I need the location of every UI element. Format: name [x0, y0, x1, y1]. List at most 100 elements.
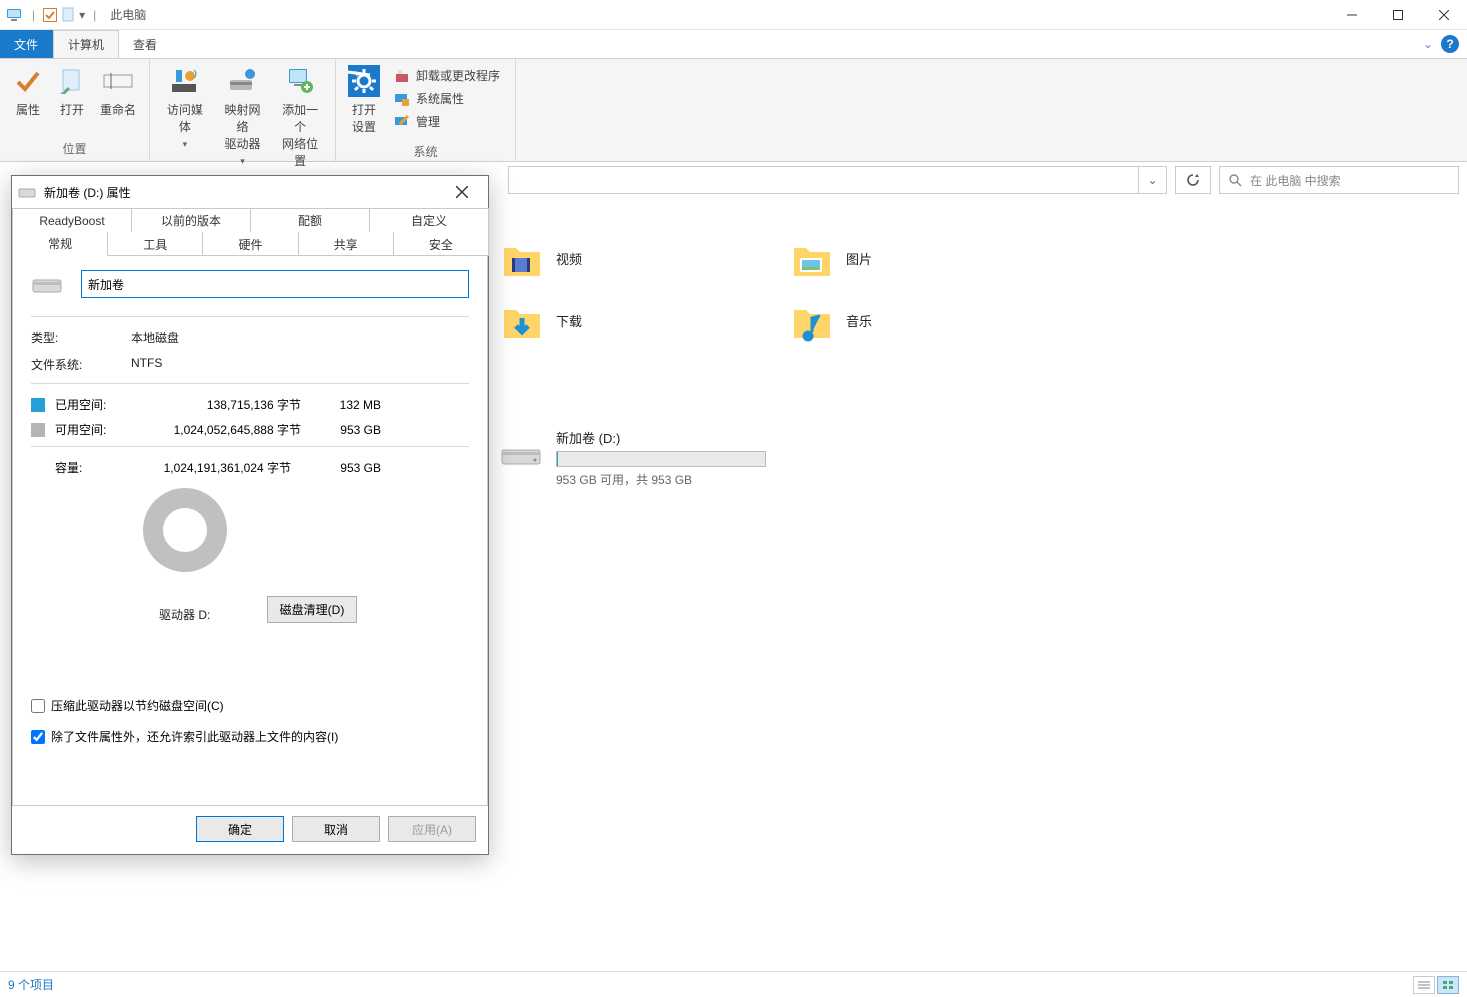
- used-label: 已用空间:: [55, 396, 121, 413]
- ribbon: 属性 打开 重命名 位置 访问媒体 ▾ 映射网络 驱动器 ▾: [0, 58, 1467, 162]
- address-bar[interactable]: ⌄: [508, 166, 1167, 194]
- drive-icon: [500, 436, 544, 470]
- close-button[interactable]: [1421, 0, 1467, 30]
- qat-dropdown-icon[interactable]: ▾: [79, 8, 85, 22]
- drive-free-text: 953 GB 可用，共 953 GB: [556, 471, 766, 488]
- dialog-tabs: ReadyBoost 以前的版本 配额 自定义 常规 工具 硬件 共享 安全: [12, 208, 488, 256]
- drive-usage-bar: [556, 451, 766, 467]
- free-human: 953 GB: [311, 423, 381, 437]
- check-large-icon: [12, 65, 44, 97]
- qat-item-icon[interactable]: [61, 7, 75, 23]
- pie-drive-label: 驱动器 D:: [159, 606, 210, 623]
- view-icons-button[interactable]: [1437, 976, 1459, 994]
- uninstall-icon: [394, 68, 410, 84]
- manage-icon: [394, 114, 410, 130]
- folder-pictures[interactable]: 图片: [790, 236, 1070, 280]
- ok-button[interactable]: 确定: [196, 816, 284, 842]
- compress-checkbox[interactable]: 压缩此驱动器以节约磁盘空间(C): [31, 697, 338, 714]
- tab-quota[interactable]: 配额: [250, 208, 370, 232]
- maximize-button[interactable]: [1375, 0, 1421, 30]
- search-input[interactable]: 在 此电脑 中搜索: [1219, 166, 1459, 194]
- tab-customize[interactable]: 自定义: [369, 208, 489, 232]
- open-button[interactable]: 打开: [50, 63, 94, 120]
- dialog-title: 新加卷 (D:) 属性: [44, 184, 131, 201]
- access-media-button[interactable]: 访问媒体 ▾: [156, 63, 214, 152]
- group-label-location: 位置: [0, 138, 149, 161]
- downloads-icon: [500, 298, 544, 342]
- dialog-close-button[interactable]: [442, 178, 482, 206]
- ribbon-tabstrip: 文件 计算机 查看 ⌄ ?: [0, 30, 1467, 58]
- uninstall-programs-button[interactable]: 卸载或更改程序: [390, 65, 504, 86]
- volume-icon: [31, 272, 65, 296]
- videos-icon: [500, 236, 544, 280]
- group-label-system: 系统: [336, 141, 515, 164]
- manage-button[interactable]: 管理: [390, 111, 504, 132]
- folder-music[interactable]: 音乐: [790, 298, 1070, 342]
- fs-label: 文件系统:: [31, 356, 91, 373]
- index-checkbox[interactable]: 除了文件属性外，还允许索引此驱动器上文件的内容(I): [31, 728, 338, 745]
- tab-hardware[interactable]: 硬件: [202, 232, 298, 256]
- search-icon: [1228, 173, 1242, 187]
- folder-videos[interactable]: 视频: [500, 236, 780, 280]
- refresh-button[interactable]: [1175, 166, 1211, 194]
- properties-dialog: 新加卷 (D:) 属性 ReadyBoost 以前的版本 配额 自定义 常规 工…: [11, 175, 489, 855]
- map-drive-button[interactable]: 映射网络 驱动器 ▾: [214, 63, 272, 169]
- media-icon: [169, 65, 201, 97]
- tab-security[interactable]: 安全: [393, 232, 489, 256]
- tab-sharing[interactable]: 共享: [298, 232, 394, 256]
- gear-icon: [348, 65, 380, 97]
- cap-human: 953 GB: [291, 461, 381, 475]
- dialog-drive-icon: [18, 185, 36, 199]
- drive-d[interactable]: 新加卷 (D:) 953 GB 可用，共 953 GB: [500, 428, 766, 488]
- pc-icon: [6, 7, 24, 23]
- address-dropdown-icon[interactable]: ⌄: [1138, 167, 1166, 193]
- disk-cleanup-button[interactable]: 磁盘清理(D): [267, 596, 358, 623]
- tab-tools[interactable]: 工具: [107, 232, 203, 256]
- check-icon[interactable]: [43, 8, 57, 22]
- titlebar: | ▾ | 此电脑: [0, 0, 1467, 30]
- add-location-icon: [284, 65, 316, 97]
- view-details-button[interactable]: [1413, 976, 1435, 994]
- volume-name-input[interactable]: [81, 270, 469, 298]
- usage-pie: [143, 488, 227, 572]
- item-count: 9 个项目: [8, 976, 54, 993]
- pictures-icon: [790, 236, 834, 280]
- map-drive-icon: [227, 65, 259, 97]
- minimize-button[interactable]: [1329, 0, 1375, 30]
- tab-previous-versions[interactable]: 以前的版本: [131, 208, 251, 232]
- fs-value: NTFS: [131, 356, 162, 373]
- tab-view[interactable]: 查看: [119, 30, 172, 58]
- cap-label: 容量:: [31, 459, 121, 476]
- tab-computer[interactable]: 计算机: [53, 30, 119, 58]
- free-label: 可用空间:: [55, 421, 121, 438]
- type-label: 类型:: [31, 329, 91, 346]
- drive-name: 新加卷 (D:): [556, 428, 766, 447]
- apply-button[interactable]: 应用(A): [388, 816, 476, 842]
- free-bytes: 1,024,052,645,888 字节: [131, 421, 301, 438]
- open-settings-button[interactable]: 打开 设置: [342, 63, 386, 137]
- cancel-button[interactable]: 取消: [292, 816, 380, 842]
- open-icon: [56, 65, 88, 97]
- properties-button[interactable]: 属性: [6, 63, 50, 120]
- used-swatch: [31, 398, 45, 412]
- system-properties-button[interactable]: 系统属性: [390, 88, 504, 109]
- tab-general[interactable]: 常规: [12, 232, 108, 256]
- type-value: 本地磁盘: [131, 329, 179, 346]
- help-icon[interactable]: ?: [1441, 35, 1459, 53]
- window-title: 此电脑: [110, 6, 146, 23]
- free-swatch: [31, 423, 45, 437]
- tab-file[interactable]: 文件: [0, 30, 53, 58]
- add-network-location-button[interactable]: 添加一个 网络位置: [271, 63, 329, 171]
- collapse-ribbon-icon[interactable]: ⌄: [1423, 37, 1433, 51]
- search-placeholder: 在 此电脑 中搜索: [1250, 172, 1341, 189]
- music-icon: [790, 298, 834, 342]
- sysprops-icon: [394, 91, 410, 107]
- rename-icon: [102, 65, 134, 97]
- used-bytes: 138,715,136 字节: [131, 396, 301, 413]
- rename-button[interactable]: 重命名: [94, 63, 142, 120]
- used-human: 132 MB: [311, 398, 381, 412]
- folder-downloads[interactable]: 下载: [500, 298, 780, 342]
- tab-readyboost[interactable]: ReadyBoost: [12, 208, 132, 232]
- statusbar: 9 个项目: [0, 971, 1467, 997]
- cap-bytes: 1,024,191,361,024 字节: [121, 459, 291, 476]
